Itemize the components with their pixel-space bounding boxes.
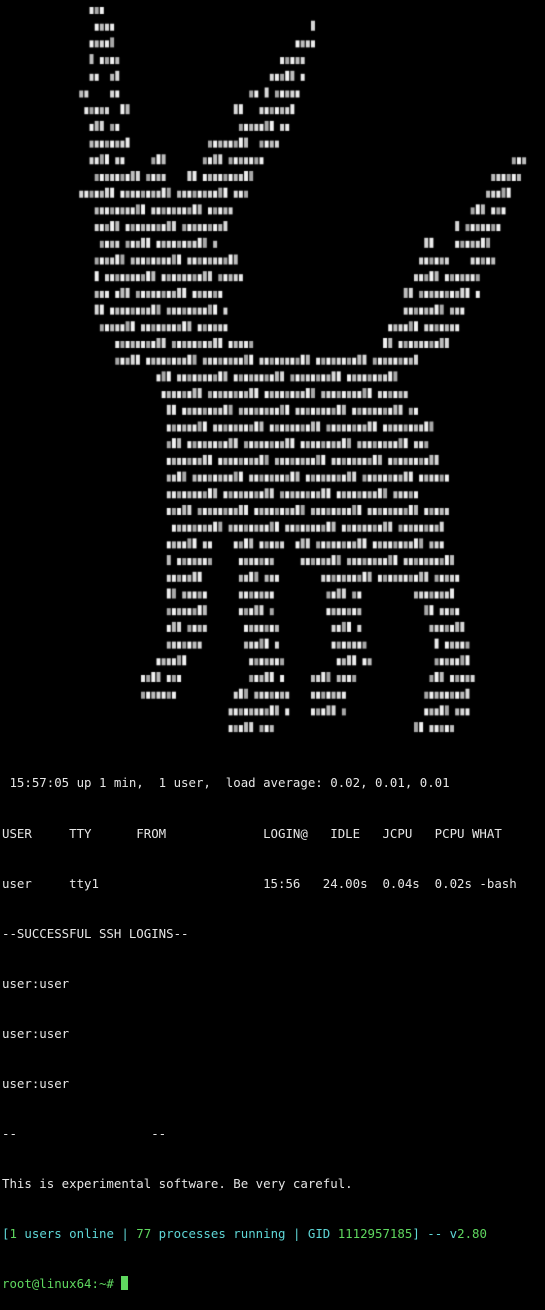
ascii-art-banner bbox=[0, 0, 545, 742]
ssh-login-entry: user:user bbox=[2, 975, 70, 991]
warning-line: This is experimental software. Be very c… bbox=[2, 1176, 353, 1192]
uptime-line: 15:57:05 up 1 min, 1 user, load average:… bbox=[2, 775, 450, 791]
separator-line: -- -- bbox=[2, 1126, 167, 1142]
users-label: users online | bbox=[16, 1226, 137, 1242]
ssh-login-entry: user:user bbox=[2, 1075, 70, 1091]
terminal-output[interactable]: 15:57:05 up 1 min, 1 user, load average:… bbox=[2, 742, 543, 1310]
gid-label: GID bbox=[307, 1226, 338, 1242]
text-cursor[interactable] bbox=[121, 1276, 129, 1291]
shell-prompt: root@linux64:~# bbox=[2, 1276, 122, 1292]
processes-label: processes running | bbox=[151, 1226, 308, 1242]
ssh-logins-heading: --SUCCESSFUL SSH LOGINS-- bbox=[2, 925, 189, 941]
prompt-line[interactable]: root@linux64:~# bbox=[2, 1276, 543, 1293]
status-line: [1 users online | 77 processes running |… bbox=[2, 1226, 543, 1243]
status-open-bracket: [ bbox=[2, 1226, 10, 1242]
users-count: 1 bbox=[9, 1226, 17, 1242]
processes-count: 77 bbox=[136, 1226, 152, 1242]
version-prefix: v bbox=[449, 1226, 458, 1242]
ssh-login-entry: user:user bbox=[2, 1025, 70, 1041]
w-session-row: user tty1 15:56 24.00s 0.04s 0.02s -bash bbox=[2, 875, 517, 891]
gid-value: 1112957185 bbox=[337, 1226, 413, 1242]
status-close: ] -- bbox=[412, 1226, 450, 1242]
version-number: 2.80 bbox=[457, 1226, 487, 1242]
w-header: USER TTY FROM LOGIN@ IDLE JCPU PCPU WHAT bbox=[2, 825, 502, 841]
